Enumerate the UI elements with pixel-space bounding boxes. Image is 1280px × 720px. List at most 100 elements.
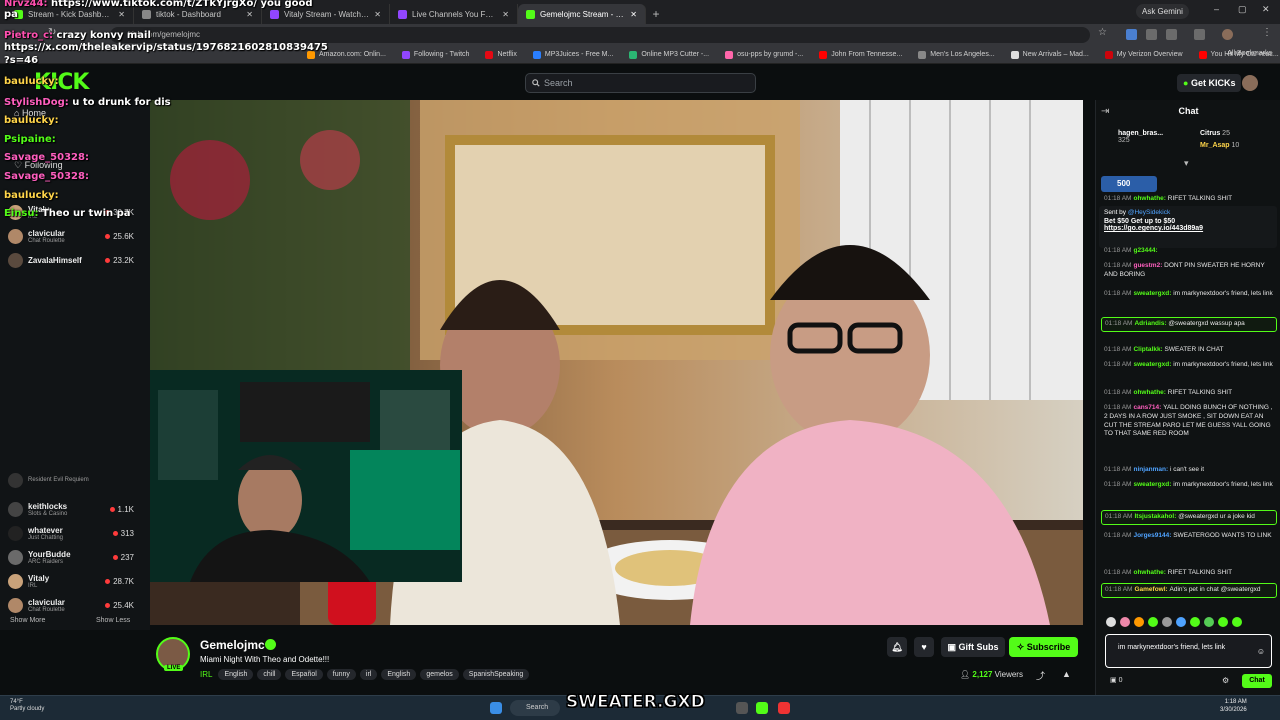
chat-username[interactable]: g23444:: [1133, 247, 1157, 254]
sidebar-channel[interactable]: Vitaly IRL 28.7K: [8, 570, 134, 592]
chat-message[interactable]: 01:18 AM Gamefowl: Adin's pet in chat @sw…: [1101, 583, 1277, 598]
chat-username[interactable]: Itsjustakahol:: [1134, 513, 1178, 520]
taskbar-clock[interactable]: 1:18 AM 3/30/2026: [1220, 699, 1247, 715]
stream-tag[interactable]: gemelos: [420, 669, 459, 680]
stream-tag[interactable]: funny: [326, 669, 356, 680]
chat-message[interactable]: 01:18 AM cans714: YALL DOING BUNCH OF NOT…: [1104, 404, 1274, 439]
sidebar-channel[interactable]: YourBudde ARC Raiders 237: [8, 546, 134, 568]
chat-message[interactable]: 01:18 AM Itsjustakahol: @sweatergxd ur a …: [1101, 510, 1277, 525]
stream-tag[interactable]: English: [381, 669, 417, 680]
chevron-down-icon[interactable]: ▾: [1184, 158, 1189, 169]
pinned-message[interactable]: Sent by @HeySidekick Bet $50 Get up to $…: [1099, 206, 1277, 248]
chat-message[interactable]: 01:18 AM sweatergxd: im markynextdoor's f…: [1104, 481, 1274, 490]
search-input[interactable]: Search: [525, 73, 756, 93]
gifter-item[interactable]: Mr_Asap 10: [1200, 142, 1239, 149]
tab-close-icon[interactable]: ✕: [246, 10, 253, 19]
chat-username[interactable]: Jorges9144:: [1133, 532, 1173, 539]
report-icon[interactable]: ▲: [1062, 669, 1071, 679]
chat-message[interactable]: 01:18 AM ohwhathe: RIFET TALKING SHIT: [1104, 195, 1274, 204]
chat-username[interactable]: Cliptalkk:: [1133, 346, 1164, 353]
profile-avatar[interactable]: [1222, 29, 1233, 40]
minimize-icon[interactable]: –: [1214, 4, 1219, 14]
bookmark-item[interactable]: New Arrivals – Mad...: [1004, 50, 1096, 59]
chat-username[interactable]: ohwhathe:: [1133, 195, 1167, 202]
send-chat-button[interactable]: Chat: [1242, 674, 1272, 688]
emote-icon[interactable]: [1232, 617, 1242, 627]
chat-message[interactable]: 01:18 AM Jorges9144: SWEATERGOD WANTS TO …: [1104, 532, 1274, 541]
bookmark-item[interactable]: Men's Los Angeles...: [911, 50, 1001, 59]
chat-message[interactable]: 01:18 AM g23444:: [1104, 247, 1274, 256]
emote-icon[interactable]: [1106, 617, 1116, 627]
sidebar-channel[interactable]: whatever Just Chatting 313: [8, 522, 134, 544]
sidebar-channel[interactable]: ZavalaHimself 23.2K: [8, 249, 134, 271]
new-tab-button[interactable]: +: [646, 4, 666, 24]
kick-points-badge[interactable]: 500: [1101, 176, 1157, 192]
chat-username[interactable]: ohwhathe:: [1133, 389, 1167, 396]
taskbar-app-icon[interactable]: [778, 702, 790, 714]
maximize-icon[interactable]: ▢: [1238, 4, 1247, 15]
get-kicks-button[interactable]: ● Get KICKs: [1177, 74, 1242, 92]
bookmark-item[interactable]: Netflix: [478, 50, 523, 59]
taskbar-kick-icon[interactable]: [756, 702, 768, 714]
tab-close-icon[interactable]: ✕: [118, 10, 125, 19]
emote-icon[interactable]: [1134, 617, 1144, 627]
weather-widget[interactable]: 74°F Partly cloudy: [10, 699, 44, 713]
pinned-sender[interactable]: @HeySidekick: [1128, 209, 1170, 216]
emote-icon[interactable]: [1218, 617, 1228, 627]
points-counter[interactable]: ▣ 0: [1110, 676, 1122, 684]
browser-tab[interactable]: Gemelojmc Stream - Watch ✕: [518, 4, 646, 24]
chat-message[interactable]: 01:18 AM Adriandis: @sweatergxd wassup ap…: [1101, 317, 1277, 332]
subscribe-button[interactable]: ✧ Subscribe: [1009, 637, 1078, 657]
show-less-button[interactable]: Show Less: [96, 617, 130, 624]
emoji-icon[interactable]: ☺: [1257, 647, 1265, 658]
chat-username[interactable]: sweatergxd:: [1133, 361, 1173, 368]
gift-subs-button[interactable]: ▣ Gift Subs: [941, 637, 1005, 657]
chat-message[interactable]: 01:18 AM sweatergxd: im markynextdoor's f…: [1104, 361, 1274, 370]
taskbar-search[interactable]: Search: [510, 700, 560, 716]
tab-close-icon[interactable]: ✕: [502, 10, 509, 19]
emote-icon[interactable]: [1176, 617, 1186, 627]
extension-icon[interactable]: [1166, 29, 1177, 40]
stream-category[interactable]: IRL: [200, 670, 212, 679]
chat-message[interactable]: 01:18 AM ninjanman: i can't see it: [1104, 466, 1274, 475]
chat-message[interactable]: 01:18 AM ohwhathe: RIFET TALKING SHIT: [1104, 569, 1274, 578]
menu-icon[interactable]: ⋮: [1262, 27, 1273, 38]
stream-tag[interactable]: Español: [285, 669, 323, 680]
close-icon[interactable]: ✕: [1262, 4, 1270, 15]
bookmark-item[interactable]: My Verizon Overview: [1098, 50, 1190, 59]
emote-icon[interactable]: [1120, 617, 1130, 627]
bookmark-star-icon[interactable]: ☆: [1098, 27, 1109, 38]
stream-tag[interactable]: English: [218, 669, 254, 680]
share-icon[interactable]: ⤴: [1036, 669, 1045, 682]
taskbar-app-icon[interactable]: [736, 702, 748, 714]
gifter-item[interactable]: Citrus 25: [1200, 130, 1230, 137]
chat-username[interactable]: ninjanman:: [1133, 466, 1169, 473]
stream-tag[interactable]: SpanishSpeaking: [462, 669, 530, 680]
chat-message[interactable]: 01:18 AM guestm2: DONT PIN SWEATER HE HOR…: [1104, 262, 1274, 280]
chat-message[interactable]: 01:18 AM ohwhathe: RIFET TALKING SHIT: [1104, 389, 1274, 398]
extension-icon[interactable]: [1146, 29, 1157, 40]
stream-tag[interactable]: irl: [359, 669, 378, 680]
sidebar-channel[interactable]: keithlocks Slots & Casino 1.1K: [8, 498, 134, 520]
sidebar-channel[interactable]: clavicular Chat Roulette 25.6K: [8, 225, 134, 247]
bookmark-item[interactable]: Following - Twitch: [395, 50, 477, 59]
browser-tab[interactable]: Live Channels You Follow - Twitch ✕: [390, 4, 518, 24]
sidebar-item-home[interactable]: ⌂ Home: [14, 108, 46, 118]
chat-username[interactable]: Gamefowl:: [1134, 586, 1169, 593]
bookmark-item[interactable]: Online MP3 Cutter -...: [622, 50, 716, 59]
emote-icon[interactable]: [1162, 617, 1172, 627]
all-bookmarks-button[interactable]: All Bookmarks: [1227, 50, 1272, 57]
follow-heart-icon[interactable]: ♥: [914, 637, 934, 657]
chat-username[interactable]: Adriandis:: [1134, 320, 1168, 327]
chat-input[interactable]: im markynextdoor's friend, lets link ☺: [1105, 634, 1272, 668]
sidebar-channel[interactable]: Vitaly IRL 30.7K: [8, 201, 134, 223]
extensions-puzzle-icon[interactable]: [1194, 29, 1205, 40]
bookmark-item[interactable]: osu-pps by grumd -...: [718, 50, 810, 59]
tab-close-icon[interactable]: ✕: [630, 10, 637, 19]
sidebar-channel[interactable]: Resident Evil Requiem: [8, 472, 134, 488]
kick-logo[interactable]: KICK: [34, 70, 89, 95]
chat-username[interactable]: guestm2:: [1133, 262, 1164, 269]
pinned-link[interactable]: https://go.egency.io/443d89a9: [1104, 225, 1272, 232]
sidebar-item-following[interactable]: ♡ Following: [14, 160, 63, 171]
ask-gemini-button[interactable]: Ask Gemini: [1136, 4, 1189, 19]
